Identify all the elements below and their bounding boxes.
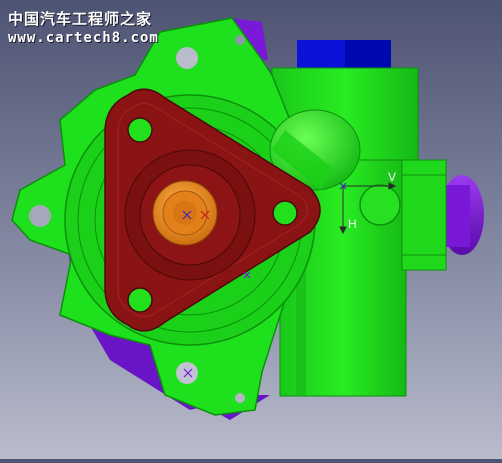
axis-h-label: H [348, 217, 357, 231]
bolt-hole [176, 47, 198, 69]
bolt-hole [235, 35, 245, 45]
bolt-hole [235, 393, 245, 403]
flange-bolt-hole [127, 117, 153, 143]
bolt-hole [29, 205, 51, 227]
bolt-hole [176, 362, 198, 384]
axis-v-label: V [388, 170, 396, 184]
flange-bolt-hole [127, 287, 153, 313]
watermark-url: www.cartech8.com [8, 30, 159, 46]
blue-block [297, 40, 391, 68]
watermark-title: 中国汽车工程师之家 [8, 10, 153, 28]
cad-viewport[interactable]: V H [0, 0, 502, 459]
flange-bolt-hole [272, 200, 298, 226]
side-port-boss [359, 184, 401, 226]
cad-model-view[interactable]: V H [0, 0, 502, 459]
